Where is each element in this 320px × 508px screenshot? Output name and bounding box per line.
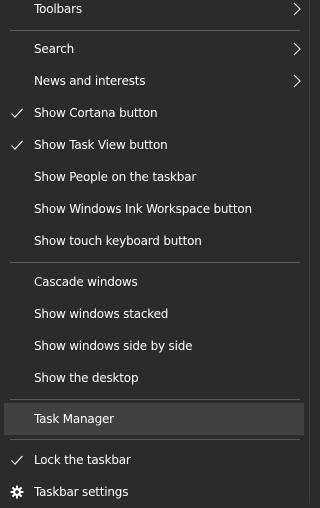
menu-item-show-windows-side-by-side[interactable]: Show windows side by side (4, 330, 304, 362)
menu-item-label: Lock the taskbar (34, 453, 131, 467)
menu-item-label: News and interests (34, 74, 146, 88)
menu-item-label: Show People on the taskbar (34, 170, 197, 184)
menu-item-label: Show windows side by side (34, 339, 193, 353)
menu-item-cascade-windows[interactable]: Cascade windows (4, 266, 304, 298)
menu-separator (10, 262, 300, 263)
menu-item-show-task-view-button[interactable]: Show Task View button (4, 129, 304, 161)
menu-item-show-touch-keyboard[interactable]: Show touch keyboard button (4, 225, 304, 257)
checkmark-icon (11, 455, 23, 465)
menu-item-show-windows-ink-workspace[interactable]: Show Windows Ink Workspace button (4, 193, 304, 225)
checkmark-icon (11, 108, 23, 118)
menu-separator (10, 30, 300, 31)
menu-item-label: Show the desktop (34, 371, 139, 385)
menu-item-label: Search (34, 42, 75, 56)
menu-item-search[interactable]: Search (4, 33, 304, 65)
menu-item-label: Show windows stacked (34, 307, 169, 321)
menu-item-news-and-interests[interactable]: News and interests (4, 65, 304, 97)
menu-item-lock-the-taskbar[interactable]: Lock the taskbar (4, 444, 304, 476)
taskbar-context-menu: Toolbars Search News and interests Show … (0, 0, 310, 503)
menu-separator (10, 399, 300, 400)
menu-item-label: Taskbar settings (34, 485, 129, 499)
chevron-right-icon (293, 74, 301, 88)
checkmark-icon (11, 140, 23, 150)
gear-icon (10, 485, 24, 499)
menu-item-label: Show Task View button (34, 138, 168, 152)
menu-item-show-people[interactable]: Show People on the taskbar (4, 161, 304, 193)
menu-item-label: Show touch keyboard button (34, 234, 202, 248)
menu-item-label: Cascade windows (34, 275, 138, 289)
menu-item-taskbar-settings[interactable]: Taskbar settings (4, 476, 304, 508)
menu-item-label: Toolbars (34, 2, 82, 16)
menu-item-label: Task Manager (34, 412, 114, 426)
menu-item-label: Show Cortana button (34, 106, 158, 120)
chevron-right-icon (293, 2, 301, 16)
menu-item-task-manager[interactable]: Task Manager (4, 403, 304, 435)
menu-item-label: Show Windows Ink Workspace button (34, 202, 252, 216)
menu-separator (10, 439, 300, 440)
chevron-right-icon (293, 42, 301, 56)
menu-item-show-cortana-button[interactable]: Show Cortana button (4, 97, 304, 129)
menu-item-show-windows-stacked[interactable]: Show windows stacked (4, 298, 304, 330)
menu-item-toolbars[interactable]: Toolbars (4, 0, 304, 25)
menu-item-show-the-desktop[interactable]: Show the desktop (4, 362, 304, 394)
